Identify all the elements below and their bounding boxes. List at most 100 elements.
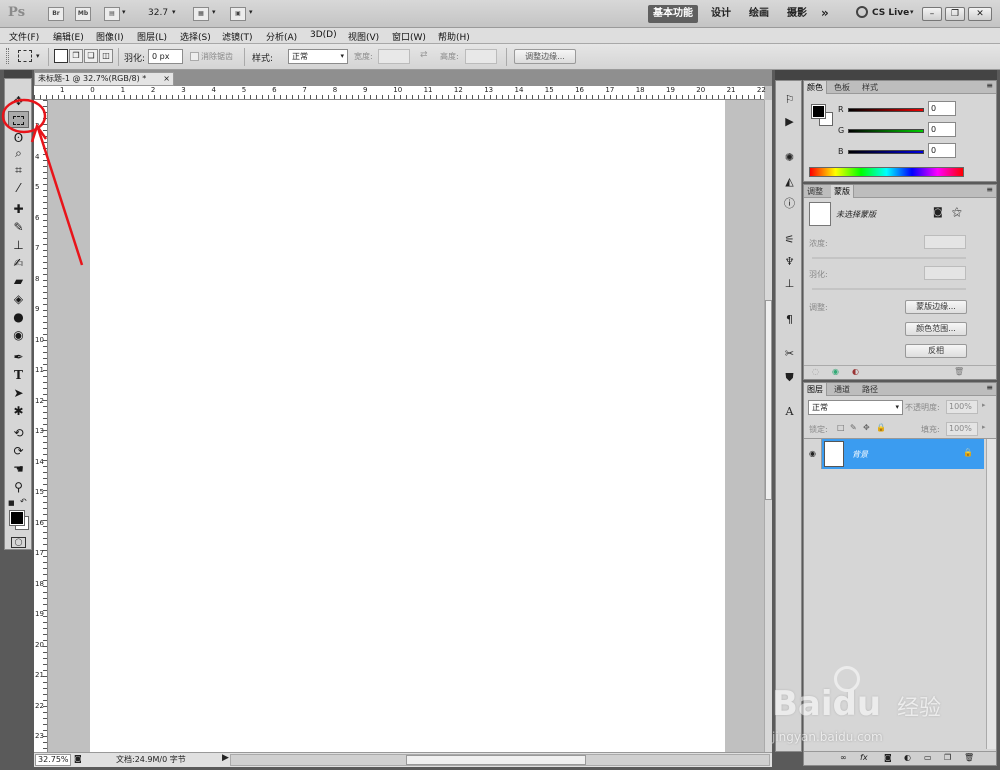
close-tab-icon[interactable]: × [163, 73, 170, 85]
tab-adjustments[interactable]: 调整 [804, 185, 826, 198]
lock-transparent-icon[interactable]: □ [837, 423, 845, 432]
view-extras-button[interactable]: ▤ [104, 7, 120, 21]
menu-filter[interactable]: 滤镜(T) [222, 30, 253, 43]
workspace-photography[interactable]: 摄影 [782, 5, 812, 23]
menu-edit[interactable]: 编辑(E) [53, 30, 84, 43]
subtract-selection-icon[interactable]: ❏ [84, 49, 98, 63]
load-selection-icon[interactable]: ◌ [812, 367, 819, 376]
density-slider[interactable] [812, 257, 966, 259]
r-slider[interactable] [848, 108, 924, 112]
g-value[interactable]: 0 [928, 122, 956, 137]
tab-masks[interactable]: 蒙版 [831, 185, 854, 198]
chevron-down-icon[interactable]: ▾ [36, 52, 40, 60]
canvas[interactable] [90, 100, 725, 752]
toolbox-header[interactable] [4, 70, 32, 78]
feather-input[interactable]: 0 px [148, 49, 183, 64]
grip-handle[interactable] [6, 48, 9, 64]
panel-menu-icon[interactable]: ≡ [986, 81, 993, 90]
chevron-down-icon[interactable]: ▾ [122, 8, 126, 16]
opacity-input[interactable]: 100% [946, 400, 978, 414]
layer-name[interactable]: 背景 [852, 449, 868, 460]
apply-mask-icon[interactable]: ◐ [852, 367, 859, 376]
fill-input[interactable]: 100% [946, 422, 978, 436]
type-tool-icon[interactable]: T [8, 367, 29, 384]
g-slider[interactable] [848, 129, 924, 133]
panel-dock-header[interactable] [775, 70, 997, 80]
menu-help[interactable]: 帮助(H) [438, 30, 470, 43]
lock-position-icon[interactable]: ✥ [863, 423, 870, 432]
paint-bucket-tool-icon[interactable]: ◈ [8, 291, 29, 308]
invert-button[interactable]: 反相 [905, 344, 967, 358]
group-icon[interactable]: ▭ [924, 753, 932, 762]
zoom-tool-icon[interactable]: ⚲ [8, 479, 29, 496]
tab-paths[interactable]: 路径 [859, 383, 881, 396]
vertical-scrollbar[interactable] [764, 100, 772, 752]
tool-presets-icon[interactable]: ⊥ [781, 275, 798, 292]
width-input[interactable] [378, 49, 410, 64]
style-select[interactable]: 正常 ▾ [288, 49, 348, 64]
intersect-selection-icon[interactable]: ◫ [99, 49, 113, 63]
add-vector-mask-icon[interactable]: ⚝ [952, 207, 962, 218]
tab-layers[interactable]: 图层 [804, 383, 827, 396]
histogram-icon[interactable]: ◭ [781, 173, 798, 190]
b-value[interactable]: 0 [928, 143, 956, 158]
actions-icon[interactable]: ▶ [781, 113, 798, 130]
hand-tool-icon[interactable]: ☚ [8, 461, 29, 478]
3d-rotate-tool-icon[interactable]: ⟲ [8, 425, 29, 442]
navigator-icon[interactable]: ✺ [781, 149, 798, 166]
swap-colors-icon[interactable]: ↶ [20, 497, 27, 506]
minimize-button[interactable]: – [922, 7, 942, 21]
info-icon[interactable]: ⓘ [781, 195, 798, 212]
scroll-thumb[interactable] [406, 755, 586, 765]
add-pixel-mask-icon[interactable]: ◙ [933, 207, 943, 218]
lock-all-icon[interactable]: 🔒 [876, 423, 886, 432]
lock-pixels-icon[interactable]: ✎ [850, 423, 857, 432]
add-mask-icon[interactable]: ◙ [884, 753, 892, 762]
color-spectrum-bar[interactable] [809, 167, 964, 177]
tab-channels[interactable]: 通道 [831, 383, 853, 396]
foreground-color-swatch[interactable] [9, 510, 25, 526]
menu-image[interactable]: 图像(I) [96, 30, 124, 43]
menu-select[interactable]: 选择(S) [180, 30, 211, 43]
antialias-checkbox[interactable] [190, 52, 199, 61]
fx-icon[interactable]: fx [860, 753, 868, 762]
chevron-right-icon[interactable]: ▸ [982, 401, 986, 409]
mini-bridge-button[interactable]: Mb [75, 7, 91, 21]
density-input[interactable] [924, 235, 966, 249]
menu-3d[interactable]: 3D(D) [310, 30, 337, 40]
animation-icon[interactable]: ⛊ [781, 369, 798, 386]
menu-file[interactable]: 文件(F) [9, 30, 39, 43]
color-range-button[interactable]: 颜色范围... [905, 322, 967, 336]
tab-styles[interactable]: 样式 [859, 81, 881, 94]
restore-button[interactable]: ❐ [945, 7, 965, 21]
delete-layer-icon[interactable]: 🗑 [964, 753, 974, 762]
fg-color-swatch[interactable] [811, 104, 826, 119]
quick-mask-icon[interactable]: ◯ [11, 537, 26, 548]
workspace-design[interactable]: 设计 [706, 5, 736, 23]
chevron-right-icon[interactable]: ▸ [982, 423, 986, 431]
status-icon[interactable]: ◙ [74, 754, 82, 763]
shape-tool-icon[interactable]: ✱ [8, 403, 29, 420]
workspace-essentials[interactable]: 基本功能 [648, 5, 698, 23]
3d-orbit-tool-icon[interactable]: ⟳ [8, 443, 29, 460]
clone-source-icon[interactable]: ♆ [781, 253, 798, 270]
new-selection-icon[interactable] [54, 49, 68, 63]
mask-edge-button[interactable]: 蒙版边缘... [905, 300, 967, 314]
new-layer-icon[interactable]: ❐ [944, 753, 951, 762]
marquee-preset-icon[interactable] [18, 50, 32, 62]
swap-icon[interactable]: ⇄ [420, 50, 428, 60]
arrange-documents-button[interactable]: ▦ [193, 7, 209, 21]
chevron-down-icon[interactable]: ▾ [910, 8, 914, 16]
paragraph-icon[interactable]: ¶ [781, 311, 798, 328]
link-layers-icon[interactable]: ∞ [840, 753, 847, 762]
tab-color[interactable]: 颜色 [804, 81, 827, 94]
3d-icon[interactable]: ✂ [781, 345, 798, 362]
status-zoom-field[interactable]: 32.75% [35, 754, 71, 766]
menu-view[interactable]: 视图(V) [348, 30, 379, 43]
add-selection-icon[interactable]: ❐ [69, 49, 83, 63]
history-icon[interactable]: ⚐ [781, 91, 798, 108]
character-icon[interactable]: A [781, 403, 798, 420]
height-input[interactable] [465, 49, 497, 64]
layer-row-background[interactable]: ◉ 背景 🔒 [804, 439, 984, 469]
r-value[interactable]: 0 [928, 101, 956, 116]
